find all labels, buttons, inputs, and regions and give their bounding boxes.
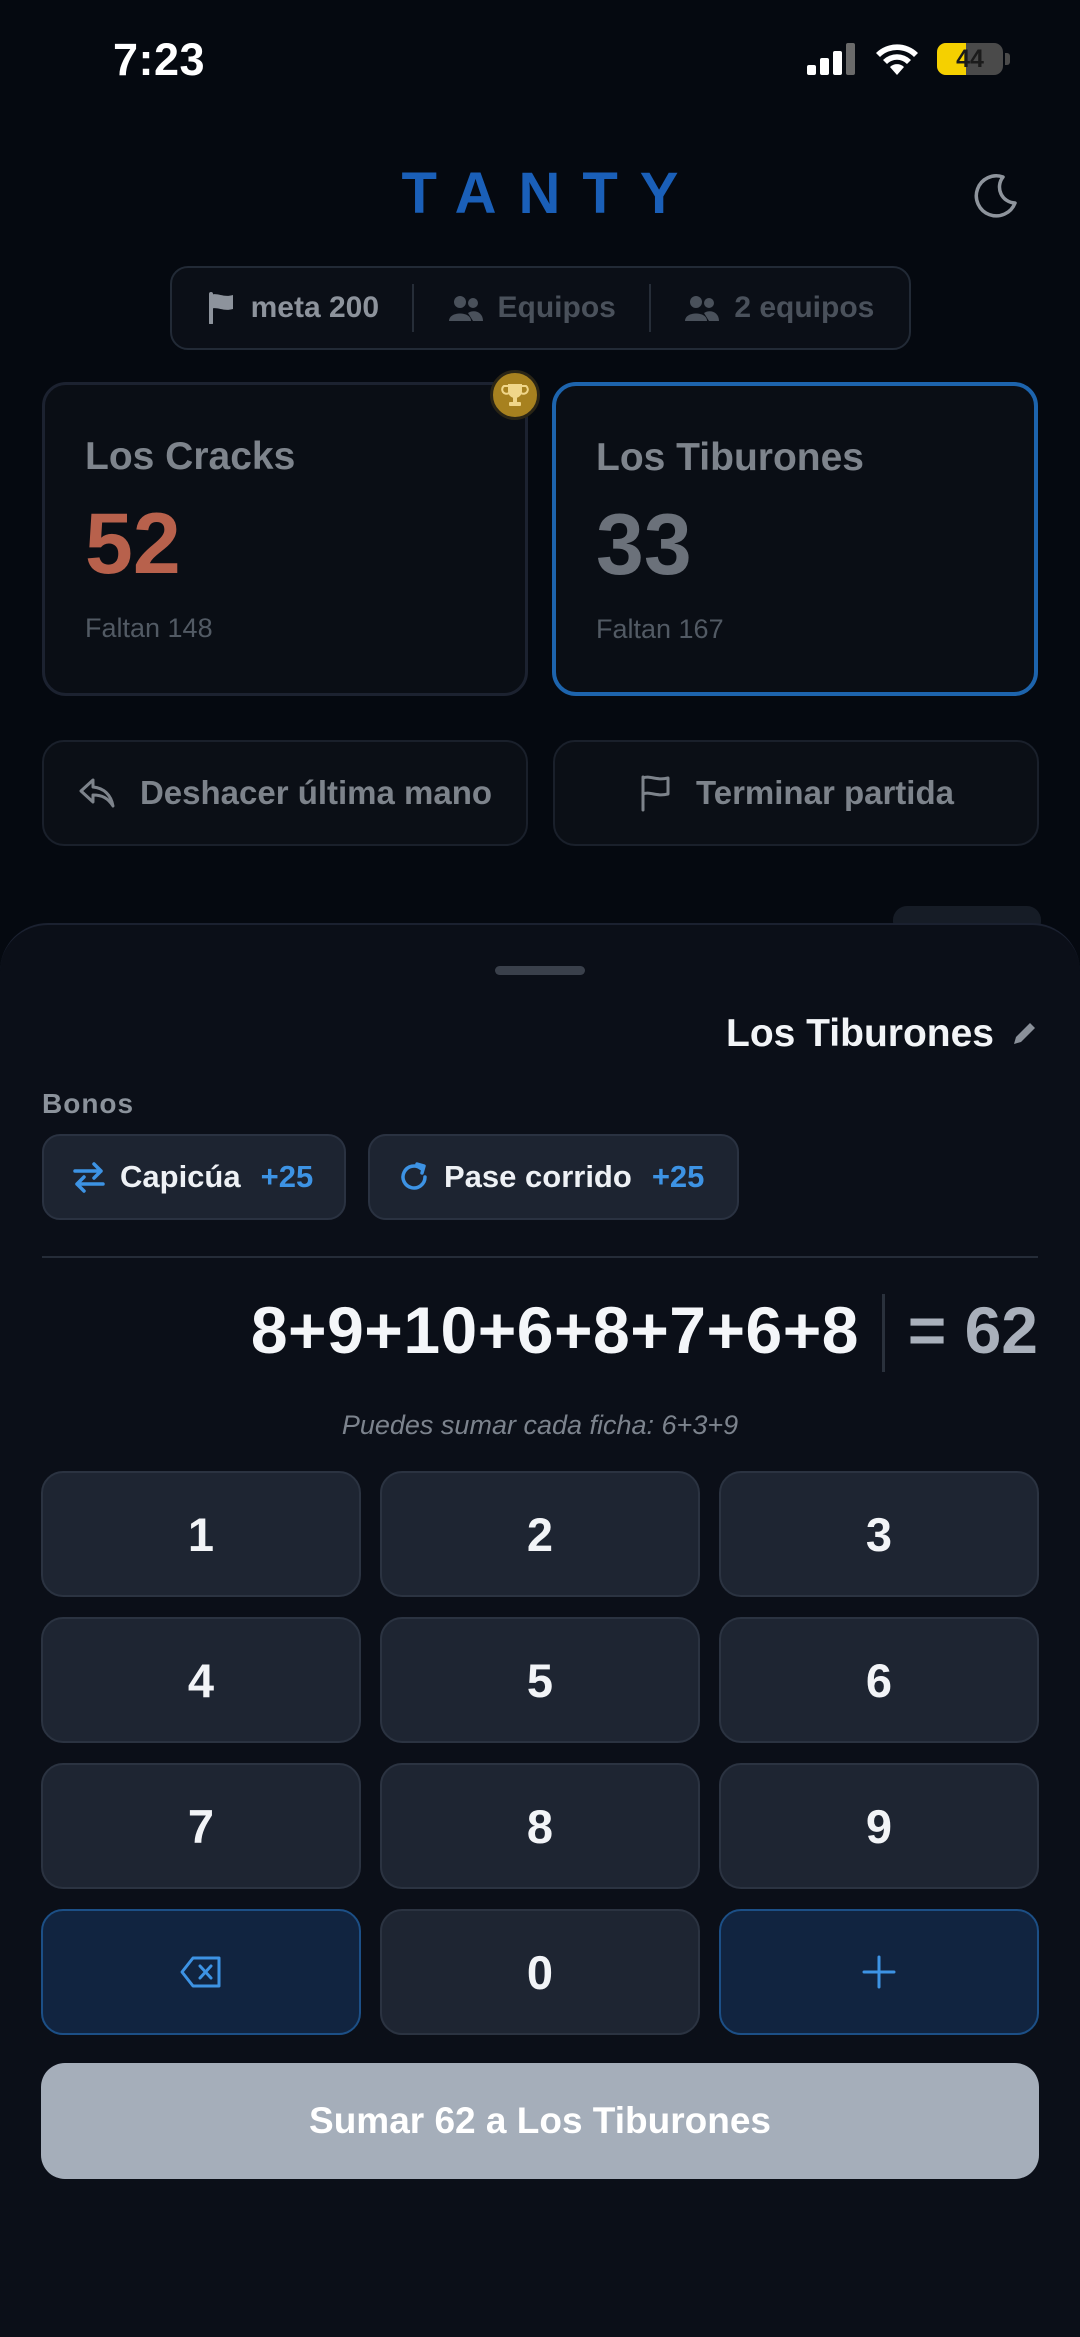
score-total: = 62	[907, 1293, 1038, 1367]
game-settings-bar: meta 200 Equipos 2 equipos	[170, 266, 911, 350]
segment-divider	[412, 284, 415, 332]
team-card-los-tiburones[interactable]: Los Tiburones 33 Faltan 167	[552, 382, 1038, 696]
pencil-icon[interactable]	[1008, 1018, 1040, 1050]
team-score: 33	[596, 497, 692, 593]
status-icons: 44	[807, 42, 1010, 76]
mode-segment[interactable]: Equipos	[448, 291, 616, 325]
battery-level: 44	[956, 44, 984, 73]
score-expression: 8+9+10+6+8+7+6+8	[250, 1293, 859, 1367]
people-icon	[448, 296, 483, 321]
mode-label: Equipos	[497, 291, 616, 324]
expression-separator	[882, 1294, 885, 1372]
team-remaining: Faltan 148	[85, 613, 213, 643]
bonus-label: Capicúa	[120, 1159, 241, 1194]
key-4[interactable]: 4	[41, 1617, 361, 1743]
battery-icon: 44	[937, 43, 1003, 75]
teams-count-segment[interactable]: 2 equipos	[684, 291, 874, 325]
sheet-team-name[interactable]: Los Tiburones	[726, 1012, 994, 1056]
key-3[interactable]: 3	[719, 1471, 1039, 1597]
status-time: 7:23	[113, 34, 206, 85]
flag-icon	[208, 292, 233, 324]
people-icon	[685, 296, 720, 321]
plus-icon	[862, 1955, 896, 1989]
key-8[interactable]: 8	[380, 1763, 700, 1889]
bonus-pase-corrido-button[interactable]: Pase corrido +25	[368, 1134, 739, 1220]
backspace-key[interactable]	[41, 1909, 361, 2035]
plus-key[interactable]	[719, 1909, 1039, 2035]
refresh-icon	[401, 1162, 427, 1190]
sheet-drag-handle[interactable]	[495, 966, 585, 975]
undo-icon	[79, 778, 115, 808]
sheet-divider	[42, 1256, 1038, 1258]
moon-icon	[974, 174, 1017, 218]
signal-icon	[807, 43, 855, 75]
team-name: Los Cracks	[85, 435, 296, 478]
submit-score-button[interactable]: Sumar 62 a Los Tiburones	[41, 2063, 1039, 2179]
input-hint: Puedes sumar cada ficha: 6+3+9	[341, 1410, 739, 1440]
battery-cap	[1005, 53, 1010, 65]
key-1[interactable]: 1	[41, 1471, 361, 1597]
undo-last-hand-button[interactable]: Deshacer última mano	[42, 740, 528, 846]
team-card-los-cracks[interactable]: Los Cracks 52 Faltan 148	[42, 382, 528, 696]
trophy-icon	[501, 384, 529, 406]
app-logo: TANTY	[401, 161, 701, 226]
bonus-points: +25	[651, 1159, 705, 1194]
theme-toggle-button[interactable]	[966, 166, 1026, 226]
key-2[interactable]: 2	[380, 1471, 700, 1597]
goal-label: meta 200	[250, 291, 380, 324]
wifi-icon	[876, 44, 918, 75]
team-score: 52	[85, 496, 181, 592]
key-7[interactable]: 7	[41, 1763, 361, 1889]
finish-game-button[interactable]: Terminar partida	[553, 740, 1039, 846]
key-9[interactable]: 9	[719, 1763, 1039, 1889]
key-6[interactable]: 6	[719, 1617, 1039, 1743]
backspace-icon	[180, 1956, 221, 1988]
team-remaining: Faltan 167	[596, 614, 724, 644]
goal-segment[interactable]: meta 200	[207, 291, 379, 325]
swap-arrows-icon	[73, 1162, 105, 1193]
segment-divider	[649, 284, 652, 332]
bonus-capicua-button[interactable]: Capicúa +25	[42, 1134, 346, 1220]
flag-outline-icon	[641, 775, 670, 812]
key-5[interactable]: 5	[380, 1617, 700, 1743]
key-0[interactable]: 0	[380, 1909, 700, 2035]
team-name: Los Tiburones	[596, 436, 864, 479]
bonus-label: Pase corrido	[444, 1159, 632, 1194]
bonus-points: +25	[260, 1159, 314, 1194]
undo-label: Deshacer última mano	[139, 774, 493, 811]
leader-badge	[490, 370, 540, 420]
teams-count-label: 2 equipos	[734, 291, 875, 324]
finish-label: Terminar partida	[696, 774, 954, 811]
bonuses-label: Bonos	[42, 1088, 135, 1119]
